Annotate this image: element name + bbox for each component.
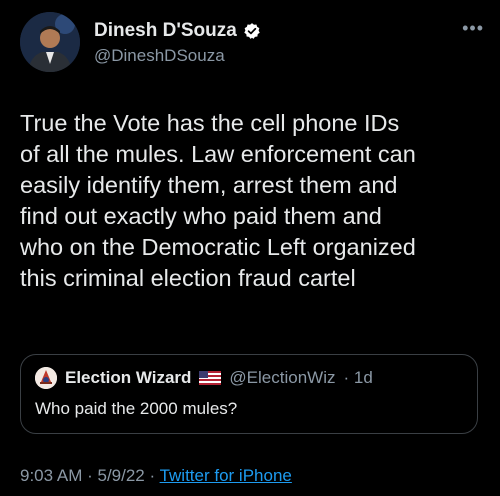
tweet-source-link[interactable]: Twitter for iPhone xyxy=(160,466,292,485)
author-handle[interactable]: @DineshDSouza xyxy=(94,46,261,66)
quoted-tweet[interactable]: Election Wizard @ElectionWiz · 1d Who pa… xyxy=(20,354,478,434)
verified-badge-icon xyxy=(244,23,260,39)
tweet-meta: 9:03 AM · 5/9/22 · Twitter for iPhone xyxy=(20,466,292,486)
tweet-text: True the Vote has the cell phone IDs of … xyxy=(20,110,416,291)
author-display-name[interactable]: Dinesh D'Souza xyxy=(94,20,261,42)
wizard-avatar-icon xyxy=(35,367,57,389)
quoted-author-avatar[interactable] xyxy=(35,367,57,389)
quoted-tweet-text: Who paid the 2000 mules? xyxy=(35,399,238,418)
quoted-handle[interactable]: @ElectionWiz xyxy=(229,368,335,388)
more-options-icon[interactable]: ••• xyxy=(462,18,484,39)
author-names: Dinesh D'Souza @DineshDSouza xyxy=(94,20,261,66)
us-flag-icon xyxy=(199,371,222,385)
profile-photo-icon xyxy=(20,12,80,72)
tweet-header: Dinesh D'Souza @DineshDSouza ••• xyxy=(20,12,484,78)
author-avatar[interactable] xyxy=(20,12,80,72)
display-name-text: Dinesh D'Souza xyxy=(94,20,237,41)
quoted-time: · 1d xyxy=(343,368,373,387)
tweet-time: 9:03 AM xyxy=(20,466,83,485)
quoted-display-name[interactable]: Election Wizard xyxy=(65,368,191,388)
tweet-date: · 5/9/22 · xyxy=(87,466,156,485)
quoted-tweet-header: Election Wizard @ElectionWiz · 1d xyxy=(35,367,373,389)
